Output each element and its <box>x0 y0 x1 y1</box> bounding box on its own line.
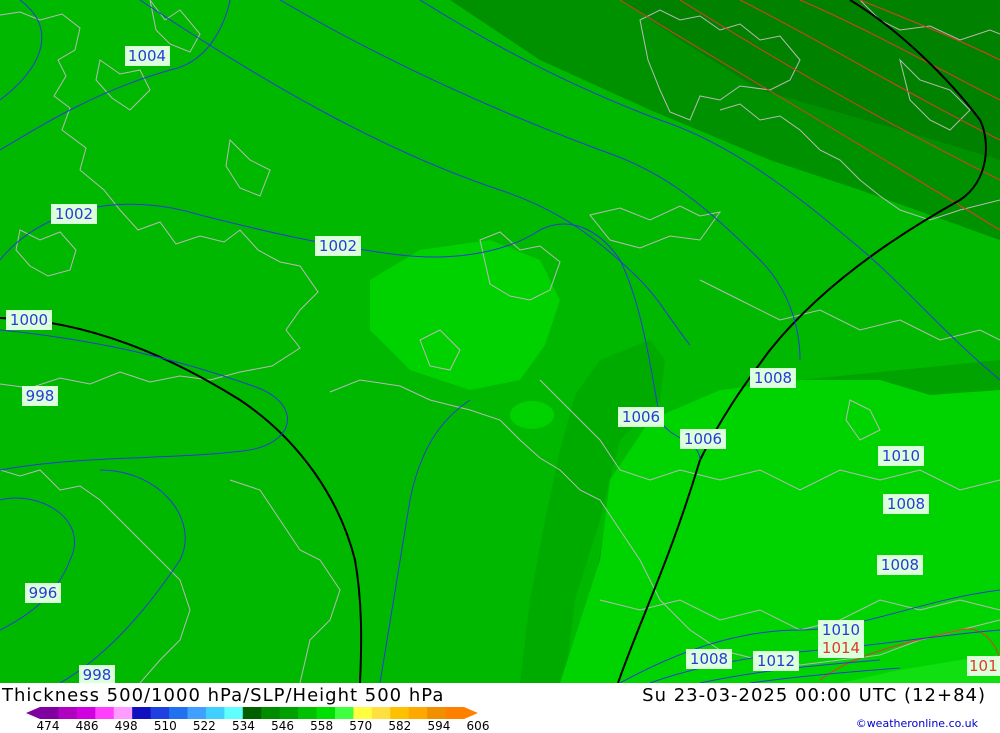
svg-text:1008: 1008 <box>881 556 919 574</box>
map-footer: Thickness 500/1000 hPa/SLP/Height 500 hP… <box>0 683 1000 733</box>
scale-swatch <box>132 707 152 719</box>
scale-swatch <box>76 707 96 719</box>
svg-text:1002: 1002 <box>55 205 93 223</box>
scale-swatch <box>113 707 133 719</box>
scale-tick-label: 546 <box>271 719 294 733</box>
svg-text:1010: 1010 <box>882 447 920 465</box>
scale-swatch <box>316 707 336 719</box>
svg-text:1008: 1008 <box>887 495 925 513</box>
scale-tick-label: 486 <box>75 719 99 733</box>
scale-swatch <box>95 707 115 719</box>
isobar-label-1006: 1006 <box>680 429 726 449</box>
isobar-label-998: 998 <box>79 665 115 683</box>
scale-swatch <box>224 707 244 719</box>
isobar-label-1004: 1004 <box>125 46 170 66</box>
svg-text:1008: 1008 <box>690 650 728 668</box>
scale-tick-label: 558 <box>310 719 334 733</box>
scale-tick-label: 606 <box>466 719 490 733</box>
svg-text:998: 998 <box>83 666 112 683</box>
scale-swatch <box>408 707 428 719</box>
svg-text:1000: 1000 <box>10 311 48 329</box>
svg-text:996: 996 <box>29 584 58 602</box>
svg-text:1002: 1002 <box>319 237 357 255</box>
isobar-label-1000: 1000 <box>6 310 52 330</box>
scale-tick-label: 570 <box>349 719 373 733</box>
scale-tick-label: 510 <box>153 719 177 733</box>
scale-swatch <box>150 707 170 719</box>
colour-scale-ticks: 474 486 498 510 522 534 546 558 570 582 594 606 <box>32 719 502 733</box>
scale-tick-label: 474 <box>36 719 60 733</box>
scale-swatch <box>242 707 262 719</box>
scale-swatch <box>58 707 78 719</box>
svg-text:1006: 1006 <box>684 430 722 448</box>
height-label-101: 101 <box>967 656 1000 676</box>
scale-arrow-right <box>464 707 478 719</box>
isobar-label-1008: 1008 <box>883 494 929 514</box>
height-label-1014: 1014 <box>818 638 864 658</box>
weather-map: 1004 1002 1002 1000 998 996 998 1006 100… <box>0 0 1000 683</box>
isobar-label-1012: 1012 <box>753 651 799 671</box>
svg-text:1006: 1006 <box>622 408 660 426</box>
scale-tick-label: 498 <box>114 719 138 733</box>
scale-swatch <box>40 707 59 719</box>
scale-swatch <box>187 707 207 719</box>
scale-tick-label: 582 <box>388 719 412 733</box>
isobar-label-1008: 1008 <box>750 368 796 388</box>
isobar-label-998: 998 <box>22 386 58 406</box>
isobar-label-1008: 1008 <box>877 555 923 575</box>
scale-tick-label: 534 <box>232 719 255 733</box>
svg-text:1012: 1012 <box>757 652 795 670</box>
isobar-label-1010: 1010 <box>818 620 864 640</box>
map-title: Thickness 500/1000 hPa/SLP/Height 500 hP… <box>2 685 445 706</box>
isobar-label-996: 996 <box>25 583 61 603</box>
scale-swatch <box>334 707 354 719</box>
scale-swatch <box>427 707 447 719</box>
scale-swatch <box>390 707 410 719</box>
isobar-label-1010: 1010 <box>878 446 924 466</box>
scale-swatch <box>445 707 465 719</box>
scale-swatch <box>353 707 373 719</box>
isobar-label-1002: 1002 <box>51 204 97 224</box>
scale-swatch <box>205 707 225 719</box>
scale-tick-label: 522 <box>192 719 216 733</box>
map-datetime: Su 23-03-2025 00:00 UTC (12+84) <box>642 685 986 706</box>
scale-swatch <box>261 707 281 719</box>
credit-link[interactable]: ©weatheronline.co.uk <box>856 717 978 730</box>
scale-arrow-left <box>26 707 40 719</box>
svg-text:1014: 1014 <box>822 639 860 657</box>
thickness-zone-570-spot <box>510 401 554 429</box>
svg-text:1004: 1004 <box>128 47 166 65</box>
svg-text:1008: 1008 <box>754 369 792 387</box>
scale-swatch <box>169 707 188 719</box>
scale-swatch <box>298 707 318 719</box>
scale-swatch <box>279 707 299 719</box>
scale-swatch <box>371 707 391 719</box>
svg-text:998: 998 <box>26 387 55 405</box>
isobar-label-1002: 1002 <box>315 236 361 256</box>
scale-tick-label: 594 <box>427 719 451 733</box>
isobar-label-1006: 1006 <box>618 407 664 427</box>
svg-text:101: 101 <box>969 657 998 675</box>
svg-text:1010: 1010 <box>822 621 860 639</box>
isobar-label-1008: 1008 <box>686 649 732 669</box>
